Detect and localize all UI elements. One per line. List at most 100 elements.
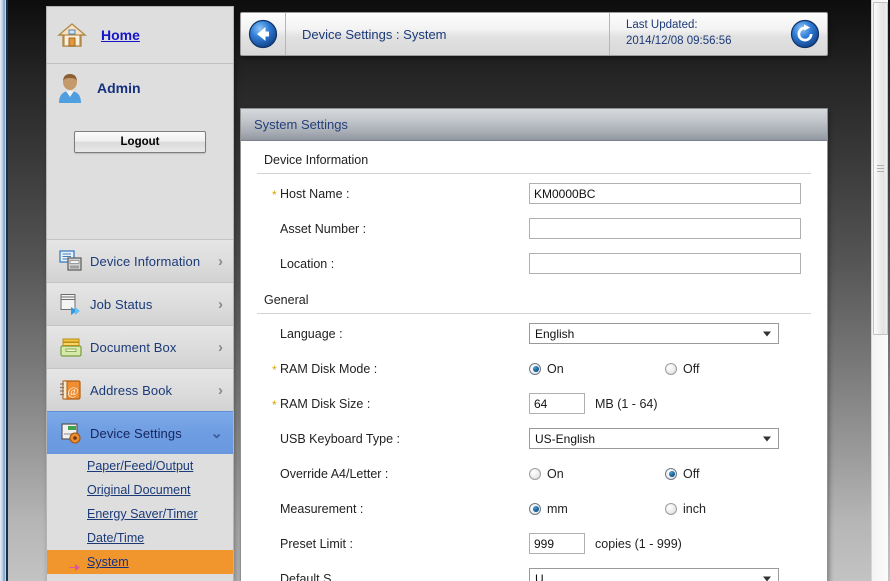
sidebar-subitem-label: Original Document <box>87 483 191 497</box>
chevron-right-icon: › <box>218 295 223 313</box>
scrollbar-thumb[interactable] <box>873 2 888 335</box>
field-label-text: Asset Number : <box>280 221 367 236</box>
usb-keyboard-type-select[interactable]: US-English <box>529 428 779 449</box>
last-updated-label: Last Updated: <box>626 19 698 32</box>
field-label: Asset Number : <box>257 222 529 236</box>
logout-row: Logout <box>47 111 233 173</box>
sidebar-subitem-label: Energy Saver/Timer <box>87 507 198 521</box>
last-updated-value: 2014/12/08 09:56:56 <box>626 35 732 47</box>
section-divider <box>257 313 811 314</box>
sidebar-subitem-date-time[interactable]: Date/Time <box>47 526 233 550</box>
radio-label: Off <box>683 361 700 376</box>
sidebar-item-label: Address Book <box>90 382 173 398</box>
sidebar-subitem-system[interactable]: System <box>47 550 233 574</box>
asset-number-input[interactable] <box>529 218 801 239</box>
field-control: copies (1 - 999) <box>529 533 811 554</box>
field-label-text: Measurement : <box>280 501 364 516</box>
measurement-inch-option[interactable]: inch <box>665 502 706 516</box>
measurement-mm-option[interactable]: mm <box>529 502 665 516</box>
vertical-scrollbar[interactable] <box>871 0 888 581</box>
preset-limit-unit: copies (1 - 999) <box>595 536 682 551</box>
sidebar-item-document-box[interactable]: Document Box › <box>47 325 233 368</box>
back-arrow-icon[interactable] <box>248 19 278 49</box>
scrollbar-grip-icon <box>877 163 884 174</box>
field-control: U <box>529 568 811 581</box>
form-row-ram-disk-size: * RAM Disk Size : MB (1 - 64) <box>257 386 811 421</box>
sidebar-item-job-status[interactable]: Job Status › <box>47 282 233 325</box>
radio-label: On <box>547 361 564 376</box>
page-title: Device Settings : System <box>302 26 447 42</box>
default-screen-select[interactable]: U <box>529 568 779 581</box>
section-divider <box>257 173 811 174</box>
field-label-text: Language : <box>280 326 343 341</box>
field-label-text: RAM Disk Mode : <box>280 361 378 376</box>
field-label: Location : <box>257 257 529 271</box>
radio-icon <box>529 362 541 375</box>
sidebar-item-address-book[interactable]: @ Address Book › <box>47 368 233 411</box>
radio-icon <box>665 362 677 375</box>
field-label: USB Keyboard Type : <box>257 432 529 446</box>
form-row-language: Language : English <box>257 316 811 351</box>
form-row-ram-disk-mode: * RAM Disk Mode : On Off <box>257 351 811 386</box>
address-book-icon: @ <box>59 379 83 401</box>
language-select[interactable]: English <box>529 323 779 344</box>
preset-limit-input[interactable] <box>529 533 585 554</box>
required-marker: * <box>272 187 277 202</box>
section-heading-device-information: Device Information <box>264 153 369 167</box>
sidebar-item-label: Job Status <box>90 296 153 312</box>
home-icon <box>57 21 87 49</box>
field-label: Language : <box>257 327 529 341</box>
content-header: Device Settings : System Last Updated: 2… <box>240 12 828 56</box>
field-label-text: Preset Limit : <box>280 536 353 551</box>
host-name-input[interactable] <box>529 183 801 204</box>
ram-disk-size-input[interactable] <box>529 393 585 414</box>
chevron-down-icon: ⌄ <box>210 424 223 442</box>
refresh-icon[interactable] <box>790 19 820 49</box>
field-control <box>529 218 811 239</box>
home-link[interactable]: Home <box>101 27 140 43</box>
override-a4-letter-on-option[interactable]: On <box>529 467 665 481</box>
override-a4-letter-off-option[interactable]: Off <box>665 467 699 481</box>
field-control: On Off <box>529 362 811 376</box>
sidebar: Home Admin Logout Device Information › J… <box>46 6 234 581</box>
last-updated: Last Updated: 2014/12/08 09:56:56 <box>609 13 784 55</box>
svg-text:@: @ <box>67 384 78 398</box>
field-label-text: Override A4/Letter : <box>280 466 389 481</box>
ram-disk-size-unit: MB (1 - 64) <box>595 396 658 411</box>
radio-icon <box>529 502 541 515</box>
radio-label: On <box>547 466 564 481</box>
field-label-text: Default S <box>280 571 332 581</box>
field-label-text: USB Keyboard Type : <box>280 431 400 446</box>
ram-disk-mode-off-option[interactable]: Off <box>665 362 699 376</box>
radio-label: Off <box>683 466 700 481</box>
sidebar-subitem-label: Date/Time <box>87 531 145 545</box>
usb-keyboard-type-value: US-English <box>535 431 596 446</box>
chevron-right-icon: › <box>218 252 223 270</box>
chevron-down-icon <box>763 331 771 336</box>
sidebar-item-device-settings[interactable]: Device Settings ⌄ <box>47 411 233 454</box>
sidebar-item-device-information[interactable]: Device Information › <box>47 239 233 282</box>
field-label-text: Host Name : <box>280 186 350 201</box>
field-label: Measurement : <box>257 502 529 516</box>
device-settings-icon <box>59 422 83 444</box>
logout-button[interactable]: Logout <box>74 131 206 153</box>
chevron-down-icon <box>763 436 771 441</box>
radio-icon <box>529 467 541 480</box>
sidebar-subitem-energy-saver-timer[interactable]: Energy Saver/Timer <box>47 502 233 526</box>
chevron-down-icon <box>763 576 771 581</box>
field-label: * RAM Disk Mode : <box>257 361 529 377</box>
sidebar-home-row[interactable]: Home <box>47 7 233 64</box>
sidebar-subitem-paper-feed-output[interactable]: Paper/Feed/Output <box>47 454 233 478</box>
field-label-text: Location : <box>280 256 335 271</box>
field-control: mm inch <box>529 502 811 516</box>
default-screen-value: U <box>535 571 544 581</box>
radio-icon <box>665 502 677 515</box>
language-select-value: English <box>535 326 575 341</box>
sidebar-subitem-original-document[interactable]: Original Document <box>47 478 233 502</box>
form-row-override-a4-letter: Override A4/Letter : On Off <box>257 456 811 491</box>
location-input[interactable] <box>529 253 801 274</box>
ram-disk-mode-on-option[interactable]: On <box>529 362 665 376</box>
system-settings-panel: System Settings Device Information * Hos… <box>240 108 828 581</box>
sidebar-item-label: Document Box <box>90 339 177 355</box>
panel-body: Device Information * Host Name : Asset N… <box>241 141 827 581</box>
